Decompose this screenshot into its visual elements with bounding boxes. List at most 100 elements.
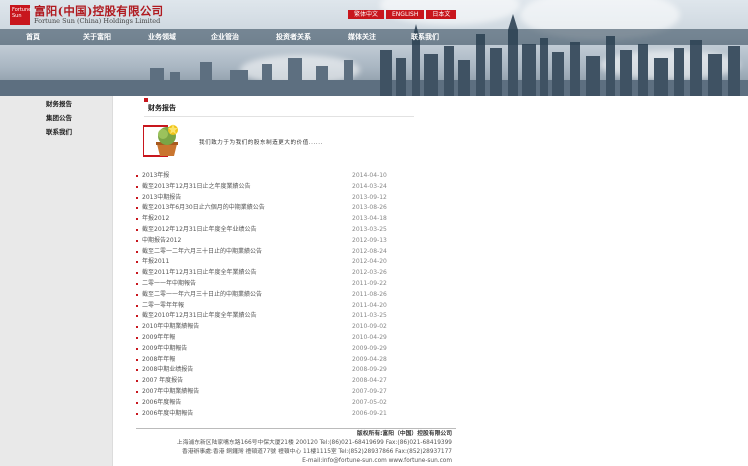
report-link[interactable]: 2009年年報 [142,333,175,344]
report-link[interactable]: 中期报告2012 [142,236,181,247]
bullet-icon [136,250,138,253]
main-nav: 首頁 关于富阳 业务领域 企业管治 投资者关系 媒体关注 联系我们 [0,29,748,45]
bullet-icon [136,315,138,318]
report-date: 2011-04-20 [352,301,387,309]
report-row: 2008中期业绩报告 2008-09-29 [136,365,436,376]
report-date: 2011-08-26 [352,290,387,298]
bullet-icon [136,218,138,221]
nav-home[interactable]: 首頁 [26,29,40,45]
report-list: 2013年报 2014-04-10 截至2013年12月31日止之年度業績公告 201… [136,171,436,419]
report-date: 2012-03-26 [352,269,387,277]
sidebar-item-announcements[interactable]: 集团公告 [46,112,72,122]
report-link[interactable]: 2007年中期業績報告 [142,387,199,398]
sidebar-item-financial-reports[interactable]: 财务报告 [46,98,72,108]
nav-media[interactable]: 媒体关注 [348,29,376,45]
report-date: 2013-03-25 [352,225,387,233]
report-date: 2013-08-26 [352,204,387,212]
report-link[interactable]: 截至2010年12月31日止年度全年業績公告 [142,311,257,322]
bullet-icon [136,228,138,231]
report-row: 2009年年報 2010-04-29 [136,333,436,344]
report-link[interactable]: 截至2013年6月30日止六個月的中期業績公告 [142,203,265,214]
report-date: 2006-09-21 [352,409,387,417]
report-date: 2009-04-28 [352,355,387,363]
report-date: 2009-09-29 [352,344,387,352]
sidebar: 财务报告 集团公告 联系我们 [0,96,113,466]
bullet-icon [136,380,138,383]
bullet-icon [136,185,138,188]
footer-copyright: 版权所有:富阳（中国）控股有限公司 [356,431,452,437]
report-link[interactable]: 2006年度報告 [142,398,181,409]
report-row: 年报2012 2013-04-18 [136,214,436,225]
lang-english[interactable]: ENGLISH [386,10,425,19]
report-link[interactable]: 2006年度中期報告 [142,409,193,420]
report-row: 截至2010年12月31日止年度全年業績公告 2011-03-25 [136,311,436,322]
report-link[interactable]: 截至二零一一年六月三十日止的中期業績公告 [142,290,262,301]
report-date: 2010-04-29 [352,333,387,341]
report-link[interactable]: 2007 年度报告 [142,376,183,387]
bullet-icon [136,207,138,210]
report-link[interactable]: 年报2011 [142,257,169,268]
report-date: 2013-09-12 [352,193,387,201]
report-row: 2007 年度报告 2008-04-27 [136,376,436,387]
bullet-icon [136,293,138,296]
report-link[interactable]: 2013年报 [142,171,169,182]
bullet-icon [136,239,138,242]
report-date: 2010-09-02 [352,323,387,331]
title-divider [144,116,414,117]
nav-investor-relations[interactable]: 投资者关系 [276,29,311,45]
report-link[interactable]: 2013中期报告 [142,193,181,204]
bullet-icon [136,261,138,264]
report-date: 2012-09-13 [352,236,387,244]
report-date: 2007-09-27 [352,387,387,395]
report-row: 截至二零一二年六月三十日止的中期業績公告 2012-08-24 [136,247,436,258]
report-row: 中期报告2012 2012-09-13 [136,236,436,247]
report-link[interactable]: 截至二零一二年六月三十日止的中期業績公告 [142,247,262,258]
report-row: 2013中期报告 2013-09-12 [136,193,436,204]
footer-divider [136,428,456,429]
report-row: 2006年度報告 2007-05-02 [136,398,436,409]
lang-japanese[interactable]: 日本文 [426,10,457,19]
bullet-icon [136,272,138,275]
report-link[interactable]: 截至2012年12月31日止年度全年业绩公告 [142,225,257,236]
report-link[interactable]: 2008年年報 [142,355,175,366]
nav-contact[interactable]: 联系我们 [411,29,439,45]
lang-traditional-chinese[interactable]: 繁体中文 [348,10,385,19]
report-date: 2012-08-24 [352,247,387,255]
report-link[interactable]: 年报2012 [142,214,169,225]
report-row: 2008年年報 2009-04-28 [136,355,436,366]
sidebar-item-contact[interactable]: 联系我们 [46,126,72,136]
report-row: 2013年报 2014-04-10 [136,171,436,182]
report-link[interactable]: 二零一零年年報 [142,301,184,312]
bullet-icon [136,336,138,339]
report-date: 2008-09-29 [352,366,387,374]
company-logo[interactable]: Fortune Sun [10,5,31,25]
report-date: 2008-04-27 [352,377,387,385]
title-marker [144,98,148,102]
nav-governance[interactable]: 企业管治 [211,29,239,45]
nav-business[interactable]: 业务领域 [148,29,176,45]
bullet-icon [136,369,138,372]
report-link[interactable]: 二零一一年中期報告 [142,279,196,290]
nav-about[interactable]: 关于富阳 [83,29,111,45]
report-date: 2014-03-24 [352,182,387,190]
bullet-icon [136,196,138,199]
company-name-en: Fortune Sun (China) Holdings Limited [34,17,161,25]
report-row: 截至2013年6月30日止六個月的中期業績公告 2013-08-26 [136,203,436,214]
report-row: 截至2011年12月31日止年度全年業績公告 2012-03-26 [136,268,436,279]
bullet-icon [136,401,138,404]
page-title: 财务报告 [148,104,176,112]
report-link[interactable]: 截至2013年12月31日止之年度業績公告 [142,182,251,193]
bullet-icon [136,347,138,350]
report-link[interactable]: 2008中期业绩报告 [142,365,193,376]
report-date: 2012-04-20 [352,258,387,266]
report-row: 二零一零年年報 2011-04-20 [136,301,436,312]
report-row: 2009年中期報告 2009-09-29 [136,344,436,355]
bullet-icon [136,326,138,329]
report-link[interactable]: 2009年中期報告 [142,344,187,355]
report-row: 2006年度中期報告 2006-09-21 [136,409,436,420]
language-switcher: 繁体中文 ENGLISH 日本文 [348,10,457,19]
footer: 版权所有:富阳（中国）控股有限公司 上海浦东新区陆家嘴东路166号中保大厦21楼… [130,430,452,466]
report-row: 二零一一年中期報告 2011-09-22 [136,279,436,290]
report-link[interactable]: 2010年中期業績報告 [142,322,199,333]
report-link[interactable]: 截至2011年12月31日止年度全年業績公告 [142,268,257,279]
